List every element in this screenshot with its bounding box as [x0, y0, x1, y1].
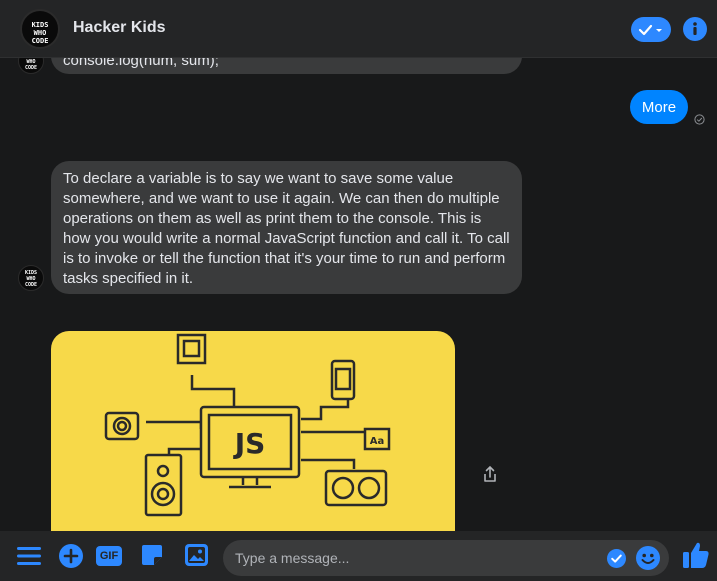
- plus-icon[interactable]: [59, 544, 83, 568]
- message-input[interactable]: [235, 540, 605, 576]
- seen-icon: [694, 114, 705, 125]
- avatar-text-line: WHO: [33, 29, 47, 37]
- message-text: To declare a variable is to say we want …: [63, 170, 510, 287]
- image-attachment[interactable]: JS Aa: [51, 331, 455, 531]
- message-composer: GIF: [0, 531, 717, 581]
- menu-icon[interactable]: [17, 546, 41, 566]
- share-icon[interactable]: [482, 465, 498, 483]
- check-icon: [638, 24, 662, 35]
- check-icon[interactable]: [607, 549, 626, 568]
- conversation-title[interactable]: Hacker Kids: [73, 19, 166, 37]
- avatar-text-line: CODE: [31, 37, 49, 45]
- gif-icon: GIF: [99, 550, 119, 562]
- message-text: More: [641, 98, 677, 116]
- message-text: console.log(num, sum);: [63, 58, 219, 69]
- js-label: JS: [233, 427, 266, 460]
- mark-read-button[interactable]: [631, 17, 671, 42]
- emoji-icon[interactable]: [636, 546, 660, 570]
- conversation-avatar[interactable]: KIDS WHO CODE: [20, 9, 60, 49]
- sender-avatar[interactable]: KIDSWHOCODE: [18, 58, 44, 74]
- sender-avatar[interactable]: KIDSWHOCODE: [18, 265, 44, 291]
- like-icon[interactable]: [683, 541, 709, 569]
- info-icon: [693, 22, 697, 35]
- avatar-text-line: KIDS: [31, 21, 49, 29]
- info-button[interactable]: [683, 17, 707, 41]
- message-bubble[interactable]: console.log(num, sum);: [51, 58, 522, 74]
- font-label: Aa: [370, 436, 385, 447]
- outgoing-message-bubble[interactable]: More: [630, 90, 688, 124]
- conversation-header: KIDS WHO CODE Hacker Kids: [0, 0, 717, 58]
- message-input-container: [223, 540, 669, 576]
- image-icon[interactable]: [185, 544, 208, 566]
- gif-button[interactable]: GIF: [96, 546, 122, 566]
- javascript-illustration: JS Aa: [104, 333, 391, 517]
- message-bubble[interactable]: To declare a variable is to say we want …: [51, 161, 522, 294]
- message-list[interactable]: console.log(num, sum); KIDSWHOCODE More …: [0, 58, 717, 531]
- sticker-icon[interactable]: [141, 544, 163, 566]
